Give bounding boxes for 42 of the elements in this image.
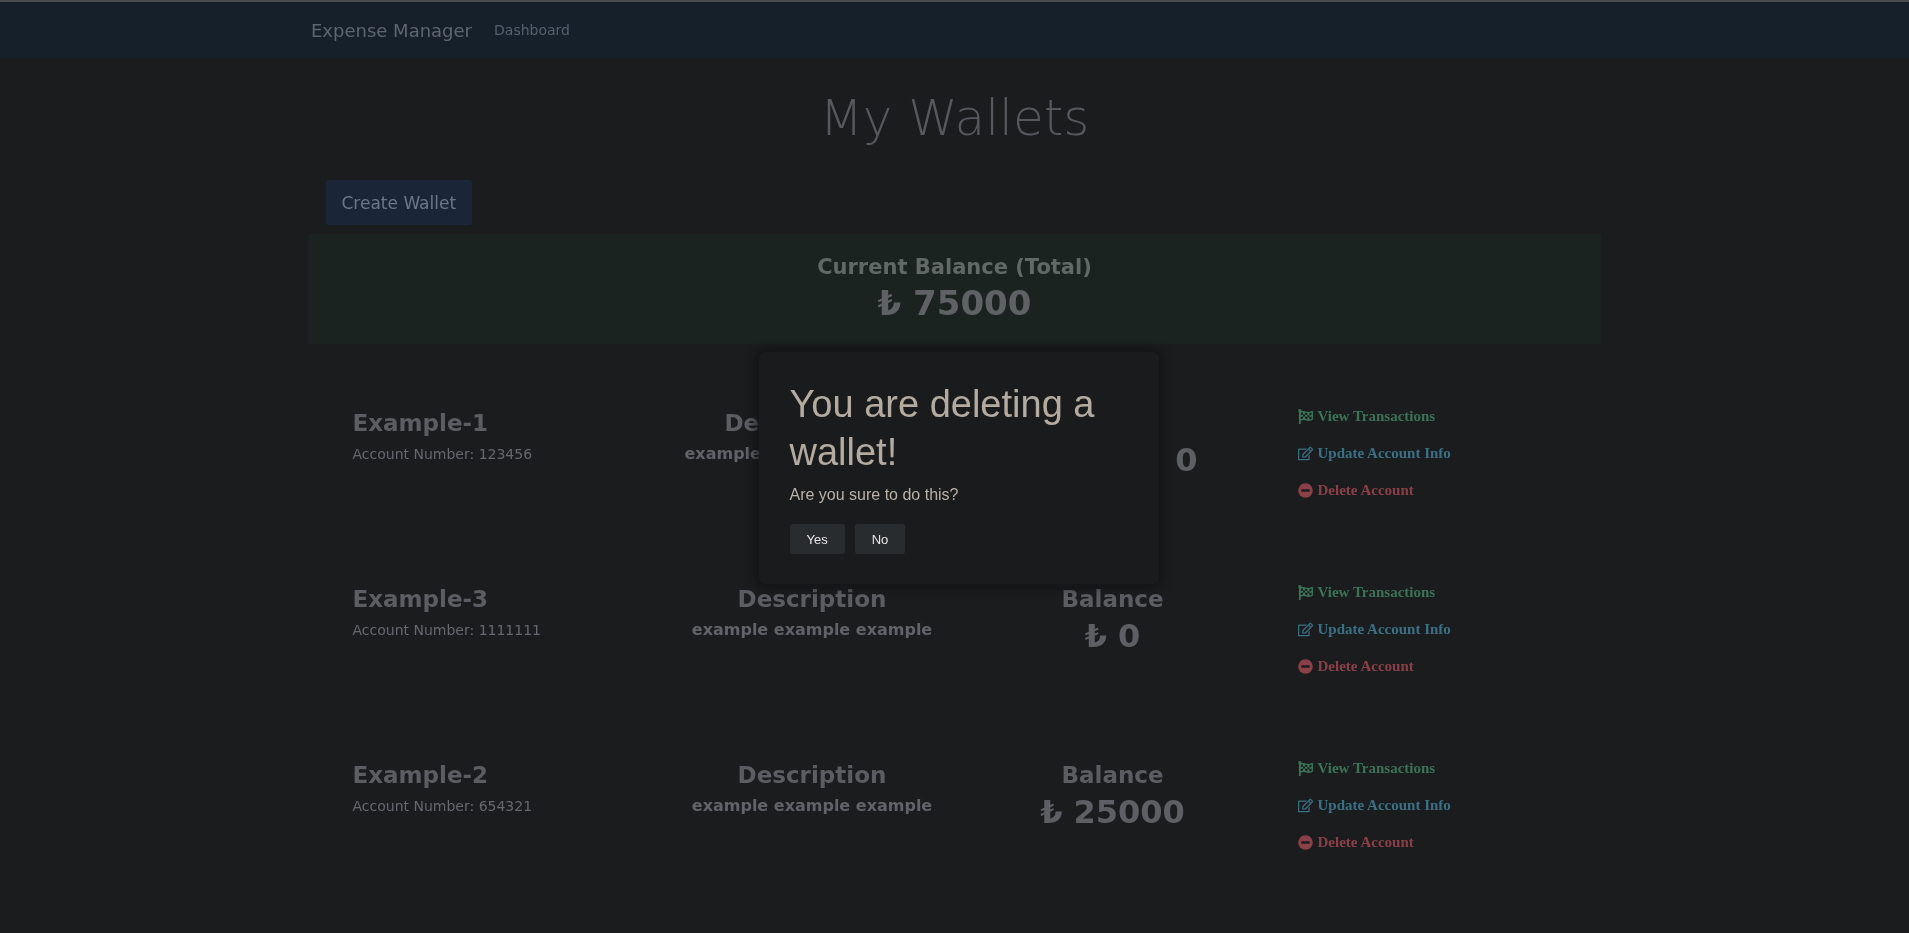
wallet-name: Example-2 <box>352 761 490 790</box>
action-link[interactable]: Delete Account <box>1297 658 1451 675</box>
account-number: Account Number: 654321 <box>352 798 534 814</box>
action-link[interactable]: Update Account Info <box>1297 621 1451 638</box>
checkered-flag-icon <box>1297 761 1313 776</box>
description-label: Description <box>737 585 887 614</box>
action-link[interactable]: View Transactions <box>1297 584 1451 601</box>
action-link[interactable]: View Transactions <box>1297 760 1451 777</box>
checkered-flag-icon <box>1297 585 1313 600</box>
wallet-balance: ₺ 0 <box>1084 616 1141 656</box>
yes-button[interactable]: Yes <box>789 524 845 554</box>
action-link[interactable]: Update Account Info <box>1297 797 1451 814</box>
dialog-message: Are you sure to do this? <box>789 486 959 504</box>
action-link[interactable]: View Transactions <box>1297 408 1451 425</box>
edit-icon <box>1297 622 1313 637</box>
wallet-balance: ₺ 25000 <box>1040 792 1185 832</box>
checkered-flag-icon <box>1297 409 1313 424</box>
balance-label: Balance <box>1061 761 1164 790</box>
edit-icon <box>1297 798 1313 813</box>
nav-link[interactable]: Dashboard <box>494 22 570 38</box>
account-number: Account Number: 123456 <box>352 446 534 462</box>
page-title: My Wallets <box>818 88 1091 148</box>
action-link[interactable]: Delete Account <box>1297 834 1451 851</box>
total-balance-label: Current Balance (Total) <box>817 255 1092 279</box>
wallet-name: Example-1 <box>352 409 490 438</box>
account-number: Account Number: 1111111 <box>352 622 542 638</box>
balance-label: Balance <box>1061 585 1164 614</box>
action-link[interactable]: Delete Account <box>1297 482 1451 499</box>
brand-title[interactable]: Expense Manager <box>311 19 472 41</box>
edit-icon <box>1297 446 1313 461</box>
create-wallet-button[interactable]: Create Wallet <box>325 180 473 225</box>
description-label: Description <box>737 761 887 790</box>
total-balance-amount: ₺ 75000 <box>877 283 1032 323</box>
no-button[interactable]: No <box>854 524 906 554</box>
action-link[interactable]: Update Account Info <box>1297 445 1451 462</box>
wallet-description: example example example <box>691 620 933 639</box>
dialog-title: You are deleting a wallet! <box>789 382 1096 475</box>
wallet-description: example example example <box>691 796 933 815</box>
wallet-balance: 0 <box>1175 440 1198 480</box>
wallet-name: Example-3 <box>352 585 490 614</box>
wallet-description: example <box>684 444 761 463</box>
description-label: De <box>723 409 760 438</box>
